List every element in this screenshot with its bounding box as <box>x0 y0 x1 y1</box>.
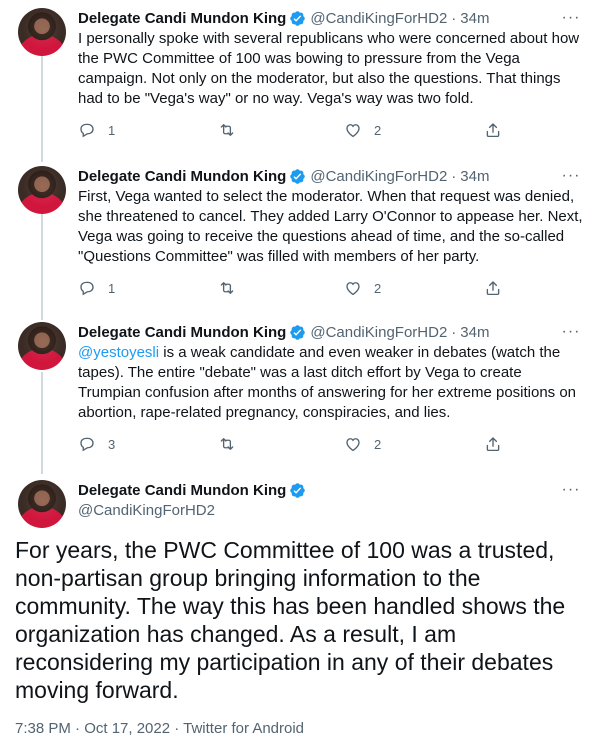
like-button[interactable]: 2 <box>344 121 484 139</box>
reply-icon <box>80 123 94 138</box>
tweet-actions: 1 2 <box>78 278 508 298</box>
retweet-icon <box>220 124 234 136</box>
tweet[interactable]: Delegate Candi Mundon King @CandiKingFor… <box>0 8 599 158</box>
avatar[interactable] <box>18 480 66 528</box>
reply-button[interactable]: 1 <box>78 279 218 297</box>
reply-button[interactable]: 3 <box>78 435 218 453</box>
author-name[interactable]: Delegate Candi Mundon King <box>78 324 286 341</box>
tweet-actions: 3 2 <box>78 434 508 454</box>
like-count: 2 <box>374 436 382 452</box>
retweet-icon <box>220 282 234 294</box>
retweet-button[interactable] <box>218 279 344 297</box>
focused-tweet-text: For years, the PWC Committee of 100 was … <box>15 537 572 703</box>
reply-icon <box>80 437 94 452</box>
like-icon <box>346 438 360 452</box>
more-options-icon[interactable]: ··· <box>561 8 581 28</box>
focused-tweet-header: Delegate Candi Mundon King @CandiKingFor… <box>78 480 306 521</box>
separator: · <box>451 9 457 27</box>
retweet-button[interactable] <box>218 121 344 139</box>
avatar[interactable] <box>18 166 66 214</box>
like-icon <box>346 124 360 138</box>
like-button[interactable]: 2 <box>344 279 484 297</box>
share-button[interactable] <box>484 435 502 453</box>
verified-badge-icon <box>289 10 306 27</box>
author-handle[interactable]: @CandiKingForHD2 <box>310 324 447 341</box>
mention-link[interactable]: @yestoyesli <box>78 344 159 361</box>
tweet-text: @yestoyesli is a weak candidate and even… <box>78 343 588 423</box>
tweet[interactable]: Delegate Candi Mundon King @CandiKingFor… <box>0 166 599 316</box>
timestamp[interactable]: 34m <box>460 168 489 185</box>
reply-count: 3 <box>108 436 116 452</box>
like-count: 2 <box>374 280 382 296</box>
retweet-button[interactable] <box>218 435 344 453</box>
separator: · <box>451 323 457 341</box>
avatar[interactable] <box>18 8 66 56</box>
verified-badge-icon <box>289 324 306 341</box>
separator: · <box>451 167 457 185</box>
share-icon <box>486 281 500 296</box>
timestamp[interactable]: 34m <box>460 10 489 27</box>
like-button[interactable]: 2 <box>344 435 484 453</box>
avatar[interactable] <box>18 322 66 370</box>
reply-button[interactable]: 1 <box>78 121 218 139</box>
author-name[interactable]: Delegate Candi Mundon King <box>78 482 286 499</box>
reply-count: 1 <box>108 280 116 296</box>
like-count: 2 <box>374 122 382 138</box>
author-handle[interactable]: @CandiKingForHD2 <box>310 168 447 185</box>
author-name[interactable]: Delegate Candi Mundon King <box>78 10 286 27</box>
more-options-icon[interactable]: ··· <box>561 322 581 342</box>
share-icon <box>486 123 500 138</box>
tweet-header: Delegate Candi Mundon King @CandiKingFor… <box>78 166 489 186</box>
retweet-icon <box>220 438 234 450</box>
share-button[interactable] <box>484 279 502 297</box>
tweet-metadata[interactable]: 7:38 PM · Oct 17, 2022 · Twitter for And… <box>15 720 304 737</box>
author-handle[interactable]: @CandiKingForHD2 <box>310 10 447 27</box>
tweet-text: First, Vega wanted to select the moderat… <box>78 188 587 265</box>
author-name[interactable]: Delegate Candi Mundon King <box>78 168 286 185</box>
tweet-header: Delegate Candi Mundon King @CandiKingFor… <box>78 8 489 28</box>
focused-tweet: Delegate Candi Mundon King @CandiKingFor… <box>0 480 599 742</box>
author-handle[interactable]: @CandiKingForHD2 <box>78 501 306 521</box>
timestamp[interactable]: 34m <box>460 324 489 341</box>
like-icon <box>346 282 360 296</box>
tweet[interactable]: Delegate Candi Mundon King @CandiKingFor… <box>0 322 599 472</box>
share-button[interactable] <box>484 121 502 139</box>
reply-icon <box>80 281 94 296</box>
tweet-header: Delegate Candi Mundon King @CandiKingFor… <box>78 322 489 342</box>
more-options-icon[interactable]: ··· <box>561 166 581 186</box>
verified-badge-icon <box>289 168 306 185</box>
tweet-text: I personally spoke with several republic… <box>78 30 584 107</box>
share-icon <box>486 437 500 452</box>
tweet-actions: 1 2 <box>78 120 508 140</box>
more-options-icon[interactable]: ··· <box>561 480 581 500</box>
verified-badge-icon <box>289 482 306 499</box>
reply-count: 1 <box>108 122 116 138</box>
